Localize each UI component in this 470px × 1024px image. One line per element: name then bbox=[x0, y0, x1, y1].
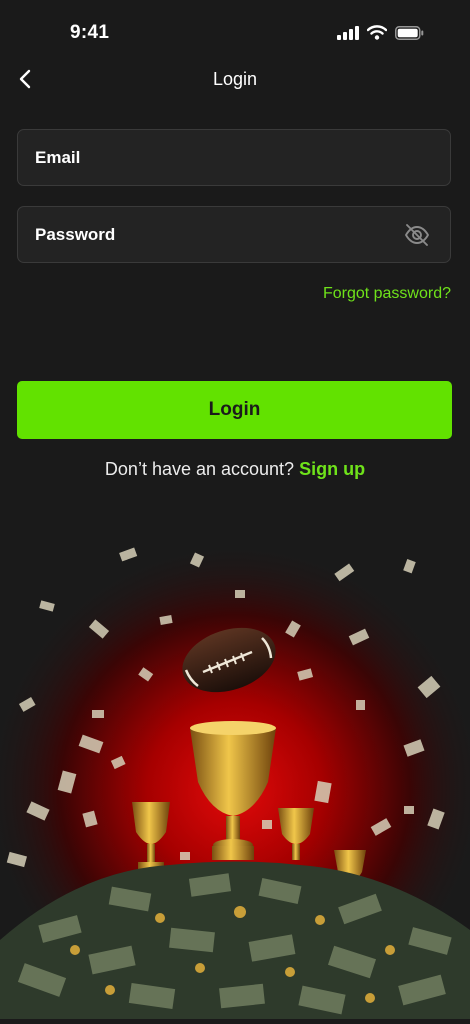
eye-off-icon bbox=[405, 224, 429, 246]
signal-icon bbox=[337, 25, 359, 40]
password-field[interactable] bbox=[17, 206, 451, 263]
email-field[interactable] bbox=[17, 129, 451, 186]
trophy-football-money-illustration bbox=[0, 520, 470, 1024]
status-icons bbox=[337, 25, 424, 40]
forgot-password-link[interactable]: Forgot password? bbox=[323, 285, 451, 303]
hero-illustration bbox=[0, 520, 470, 1024]
battery-icon bbox=[395, 25, 424, 40]
status-bar: 9:41 bbox=[0, 0, 470, 64]
nav-bar: Login bbox=[0, 56, 470, 104]
page-title: Login bbox=[212, 69, 258, 89]
wifi-icon bbox=[367, 25, 387, 40]
status-time: 9:41 bbox=[70, 22, 110, 43]
login-button[interactable]: Login bbox=[17, 381, 452, 439]
signup-row: Don’t have an account? Sign up bbox=[0, 459, 470, 480]
signup-prompt: Don’t have an account? bbox=[104, 459, 295, 479]
password-visibility-toggle[interactable] bbox=[404, 222, 430, 248]
signup-link[interactable]: Sign up bbox=[299, 459, 365, 479]
email-input[interactable] bbox=[35, 130, 405, 185]
password-input[interactable] bbox=[35, 207, 405, 262]
